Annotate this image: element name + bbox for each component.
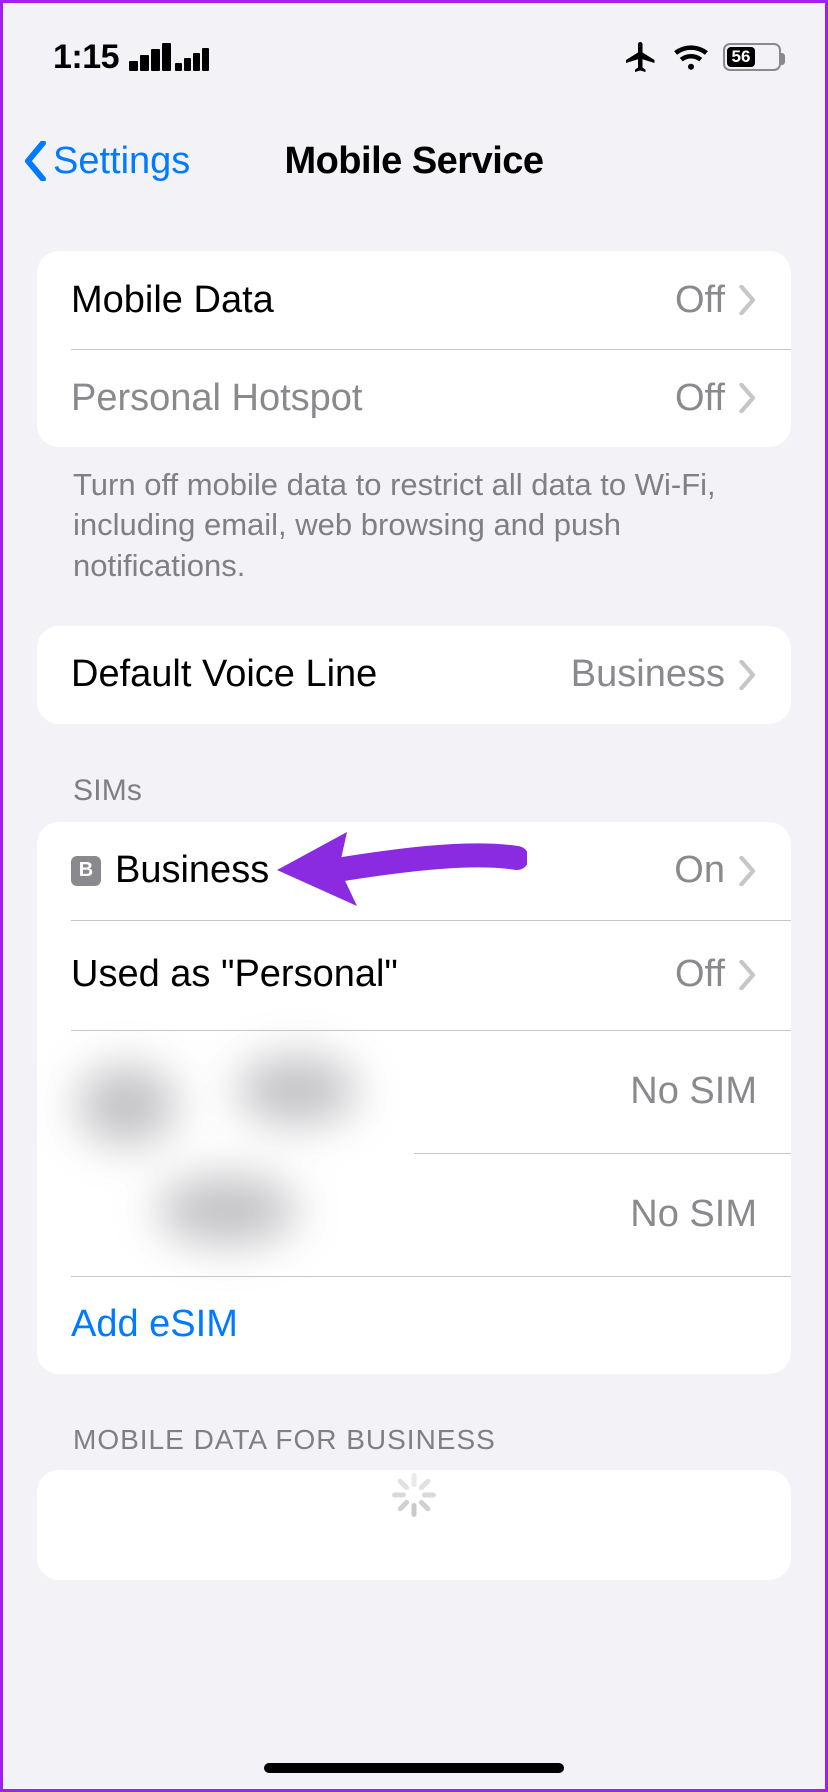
redacted-sim-rows: No SIM No SIM (37, 1030, 791, 1276)
status-left: 1:15 (53, 38, 209, 77)
chevron-right-icon (739, 660, 757, 690)
group-data: Mobile Data Off Personal Hotspot Off (37, 251, 791, 447)
loading-row (37, 1470, 791, 1580)
airplane-mode-icon (623, 39, 659, 75)
group-voice-line: Default Voice Line Business (37, 626, 791, 724)
dual-sim-icon (129, 43, 209, 71)
back-label: Settings (53, 140, 190, 183)
section-header-sims: SIMs (37, 724, 791, 822)
row-value: Off (675, 377, 725, 420)
row-label: Mobile Data (71, 279, 675, 322)
row-value: Business (571, 653, 725, 696)
row-no-sim[interactable]: No SIM (414, 1030, 791, 1153)
spinner-icon (392, 1503, 436, 1547)
chevron-right-icon (739, 856, 757, 886)
row-no-sim[interactable]: No SIM (414, 1153, 791, 1276)
row-sim-personal[interactable]: Used as "Personal" Off (37, 920, 791, 1030)
battery-level: 56 (727, 47, 755, 67)
row-personal-hotspot[interactable]: Personal Hotspot Off (37, 349, 791, 447)
chevron-right-icon (739, 285, 757, 315)
row-label: Add eSIM (71, 1303, 757, 1346)
home-indicator[interactable] (264, 1763, 564, 1773)
chevron-left-icon (23, 141, 49, 181)
sim-badge-icon: B (71, 856, 101, 886)
status-bar: 1:15 56 (3, 3, 825, 111)
group-sims: B Business On Used as "Personal" Off (37, 822, 791, 1374)
row-mobile-data[interactable]: Mobile Data Off (37, 251, 791, 349)
row-value: On (674, 849, 725, 892)
row-add-esim[interactable]: Add eSIM (37, 1276, 791, 1374)
nav-bar: Settings Mobile Service (3, 111, 825, 211)
row-sim-business[interactable]: B Business On (37, 822, 791, 920)
row-value: Off (675, 953, 725, 996)
row-value: No SIM (630, 1193, 757, 1236)
status-time: 1:15 (53, 38, 119, 77)
row-label: Used as "Personal" (71, 953, 675, 996)
section-header-mobile-data-business: MOBILE DATA FOR BUSINESS (37, 1374, 791, 1470)
row-label: Personal Hotspot (71, 377, 675, 420)
row-label: Business (115, 849, 674, 892)
wifi-icon (673, 43, 709, 71)
battery-icon: 56 (723, 43, 781, 71)
row-default-voice-line[interactable]: Default Voice Line Business (37, 626, 791, 724)
row-value: Off (675, 279, 725, 322)
chevron-right-icon (739, 383, 757, 413)
status-right: 56 (623, 39, 781, 75)
group-footer: Turn off mobile data to restrict all dat… (37, 447, 791, 586)
chevron-right-icon (739, 960, 757, 990)
row-value: No SIM (630, 1070, 757, 1113)
row-label: Default Voice Line (71, 653, 571, 696)
back-button[interactable]: Settings (23, 140, 190, 183)
group-mobile-data-business (37, 1470, 791, 1580)
